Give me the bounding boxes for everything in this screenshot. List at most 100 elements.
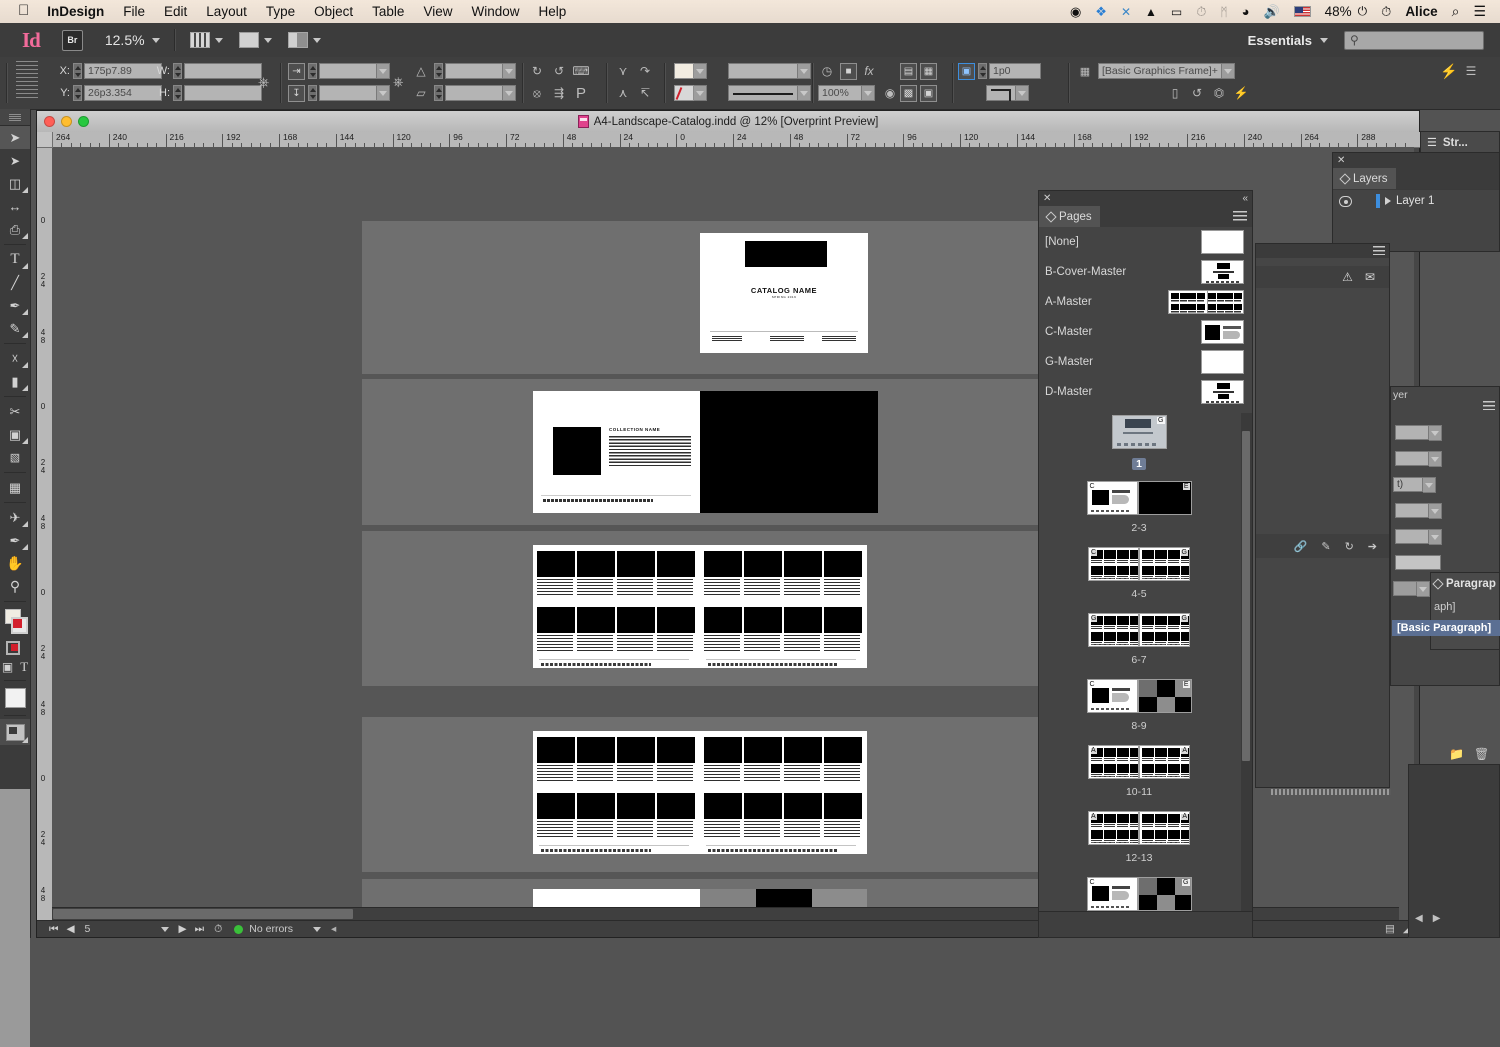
- menu-object[interactable]: Object: [314, 4, 353, 19]
- selection-tool[interactable]: ➤: [0, 126, 30, 149]
- char-caret-4-icon[interactable]: [1429, 503, 1442, 519]
- page-dropdown-caret-icon[interactable]: [160, 926, 169, 932]
- flip-vertical-icon[interactable]: ⦻: [528, 85, 546, 102]
- text-wrap-row2[interactable]: ▩ ▣: [900, 83, 940, 103]
- xmarks-icon[interactable]: ✕: [1121, 5, 1131, 19]
- spread-page-thumbnail[interactable]: E: [1137, 679, 1192, 713]
- x-position-control[interactable]: X: 175p7.89: [56, 61, 162, 81]
- stroke-style-control[interactable]: [728, 61, 811, 81]
- menu-indesign[interactable]: InDesign: [47, 4, 104, 19]
- user-name[interactable]: Alice: [1405, 4, 1437, 19]
- control-panel-menu-icon[interactable]: ☰: [1462, 63, 1480, 80]
- x-stepper[interactable]: [73, 63, 82, 79]
- volume-icon[interactable]: 🔊: [1263, 4, 1279, 20]
- object-style-caret-icon[interactable]: [1222, 63, 1235, 79]
- spread-page-thumbnail[interactable]: E: [1137, 481, 1192, 515]
- dropbox-icon[interactable]: ❖: [1095, 4, 1107, 20]
- text-wrap-row[interactable]: ▤ ▦: [900, 61, 940, 81]
- product-image[interactable]: [824, 551, 862, 577]
- panel-arrow-right-icon[interactable]: ▶: [1433, 913, 1441, 924]
- stroke-caret-icon[interactable]: [694, 85, 707, 101]
- wifi-icon[interactable]: ◕: [1242, 4, 1250, 19]
- menu-window[interactable]: Window: [471, 4, 519, 19]
- product-image[interactable]: [537, 551, 575, 577]
- page-2-collection[interactable]: COLLECTION NAME: [533, 391, 700, 513]
- page-spread-item[interactable]: G1: [1039, 415, 1239, 472]
- opacity-effects-row[interactable]: ◷ ■ fx: [818, 61, 882, 81]
- scale-x-stepper[interactable]: [308, 63, 317, 79]
- distribute-top-icon[interactable]: ↷: [636, 63, 654, 80]
- preflight-caret-icon[interactable]: [313, 926, 322, 932]
- text-frame-p-icon[interactable]: P: [572, 85, 590, 102]
- scale-y-caret-icon[interactable]: [377, 85, 390, 101]
- spread-page-thumbnail[interactable]: C: [1086, 679, 1138, 713]
- spread-page-thumbnail[interactable]: G: [1139, 547, 1190, 581]
- pages-panel-collapse-icon[interactable]: «: [1242, 193, 1248, 204]
- master-page-thumbnail[interactable]: [1201, 350, 1244, 374]
- page-5-grid[interactable]: [700, 545, 867, 668]
- product-image[interactable]: [577, 793, 615, 819]
- flip-both-icon[interactable]: ⇶: [550, 85, 568, 102]
- h-input[interactable]: [184, 85, 262, 101]
- relink-page-icon[interactable]: ✉: [1365, 270, 1375, 284]
- corner-size-input[interactable]: 1p0: [989, 63, 1041, 79]
- product-image[interactable]: [617, 607, 655, 633]
- preflight-clock-icon[interactable]: ⏱: [214, 923, 222, 936]
- product-image[interactable]: [824, 737, 862, 763]
- fill-color-control[interactable]: [674, 61, 707, 81]
- spread-page-thumbnail[interactable]: A: [1139, 745, 1190, 779]
- gap-tool[interactable]: ↔: [0, 195, 30, 218]
- goto-link-icon[interactable]: ➔: [1368, 540, 1377, 553]
- window-controls[interactable]: [44, 116, 89, 127]
- product-image[interactable]: [537, 793, 575, 819]
- y-stepper[interactable]: [73, 85, 82, 101]
- corner-shape-control[interactable]: [986, 83, 1029, 103]
- panel-arrow-left-icon[interactable]: ◀: [1415, 913, 1423, 924]
- rectangle-tool[interactable]: ▮: [0, 370, 30, 393]
- maximize-window-button[interactable]: [78, 116, 89, 127]
- battery-icon[interactable]: ⏻: [1358, 4, 1368, 19]
- stroke-type-control[interactable]: [728, 83, 811, 103]
- rotation-stepper[interactable]: [434, 63, 443, 79]
- flip-horizontal-icon[interactable]: ⌨: [572, 63, 590, 80]
- product-image[interactable]: [657, 607, 695, 633]
- first-page-button[interactable]: ⏮: [49, 923, 58, 936]
- free-transform-tool[interactable]: ▣: [0, 423, 30, 446]
- character-panel-menu-icon[interactable]: [1483, 401, 1495, 410]
- product-image[interactable]: [744, 551, 782, 577]
- eyedropper-tool[interactable]: ✒: [0, 529, 30, 552]
- paragraph-style-selected[interactable]: [Basic Paragraph]: [1392, 620, 1500, 636]
- view-options-icon[interactable]: [189, 32, 210, 48]
- page-spread-item[interactable]: G G 6-7: [1039, 613, 1239, 666]
- char-caret-2-icon[interactable]: [1429, 451, 1442, 467]
- master-page-thumbnail[interactable]: [1201, 320, 1244, 344]
- char-caret-1-icon[interactable]: [1429, 425, 1442, 441]
- transform-buttons-row2[interactable]: ⦻ ⇶ P: [528, 83, 594, 103]
- pages-panel-menu-icon[interactable]: [1233, 211, 1247, 221]
- product-image[interactable]: [824, 793, 862, 819]
- minimize-window-button[interactable]: [61, 116, 72, 127]
- product-image[interactable]: [744, 737, 782, 763]
- pen-tool[interactable]: ✒: [0, 294, 30, 317]
- screen-mode-icon[interactable]: [238, 32, 259, 48]
- object-style-control[interactable]: ▦ [Basic Graphics Frame]+: [1076, 61, 1235, 81]
- ruler-origin-corner[interactable]: [37, 132, 53, 148]
- frame-fitting-icon[interactable]: ▣: [958, 62, 975, 80]
- char-field-6[interactable]: [1395, 555, 1441, 570]
- formatting-frame-text-icons[interactable]: ▣ T: [0, 657, 30, 677]
- line-tool[interactable]: ╱: [0, 271, 30, 294]
- layer-row-1[interactable]: Layer 1: [1333, 189, 1499, 212]
- effects-icon[interactable]: ■: [840, 62, 857, 80]
- w-input[interactable]: [184, 63, 262, 79]
- spread-page-thumbnail[interactable]: G: [1111, 415, 1167, 449]
- link-chain-icon[interactable]: 🔗: [1294, 540, 1308, 553]
- stroke-panel-tab[interactable]: ☰ Str...: [1420, 131, 1500, 154]
- battery-percentage[interactable]: 48%: [1325, 4, 1352, 19]
- align-top-icon[interactable]: ⋎: [614, 63, 632, 80]
- clear-overrides-icon[interactable]: ↺: [1188, 85, 1206, 102]
- page-spread-item[interactable]: CG: [1039, 877, 1239, 911]
- text-wrap-shape-icon[interactable]: ▩: [900, 84, 917, 102]
- horizontal-ruler[interactable]: 264 240 216 192 168 144 120 96 72 48 24 0 24 48 72 96 12…: [37, 132, 1421, 148]
- screen-mode-tool[interactable]: [0, 719, 30, 745]
- workspace-caret-icon[interactable]: [1320, 37, 1328, 43]
